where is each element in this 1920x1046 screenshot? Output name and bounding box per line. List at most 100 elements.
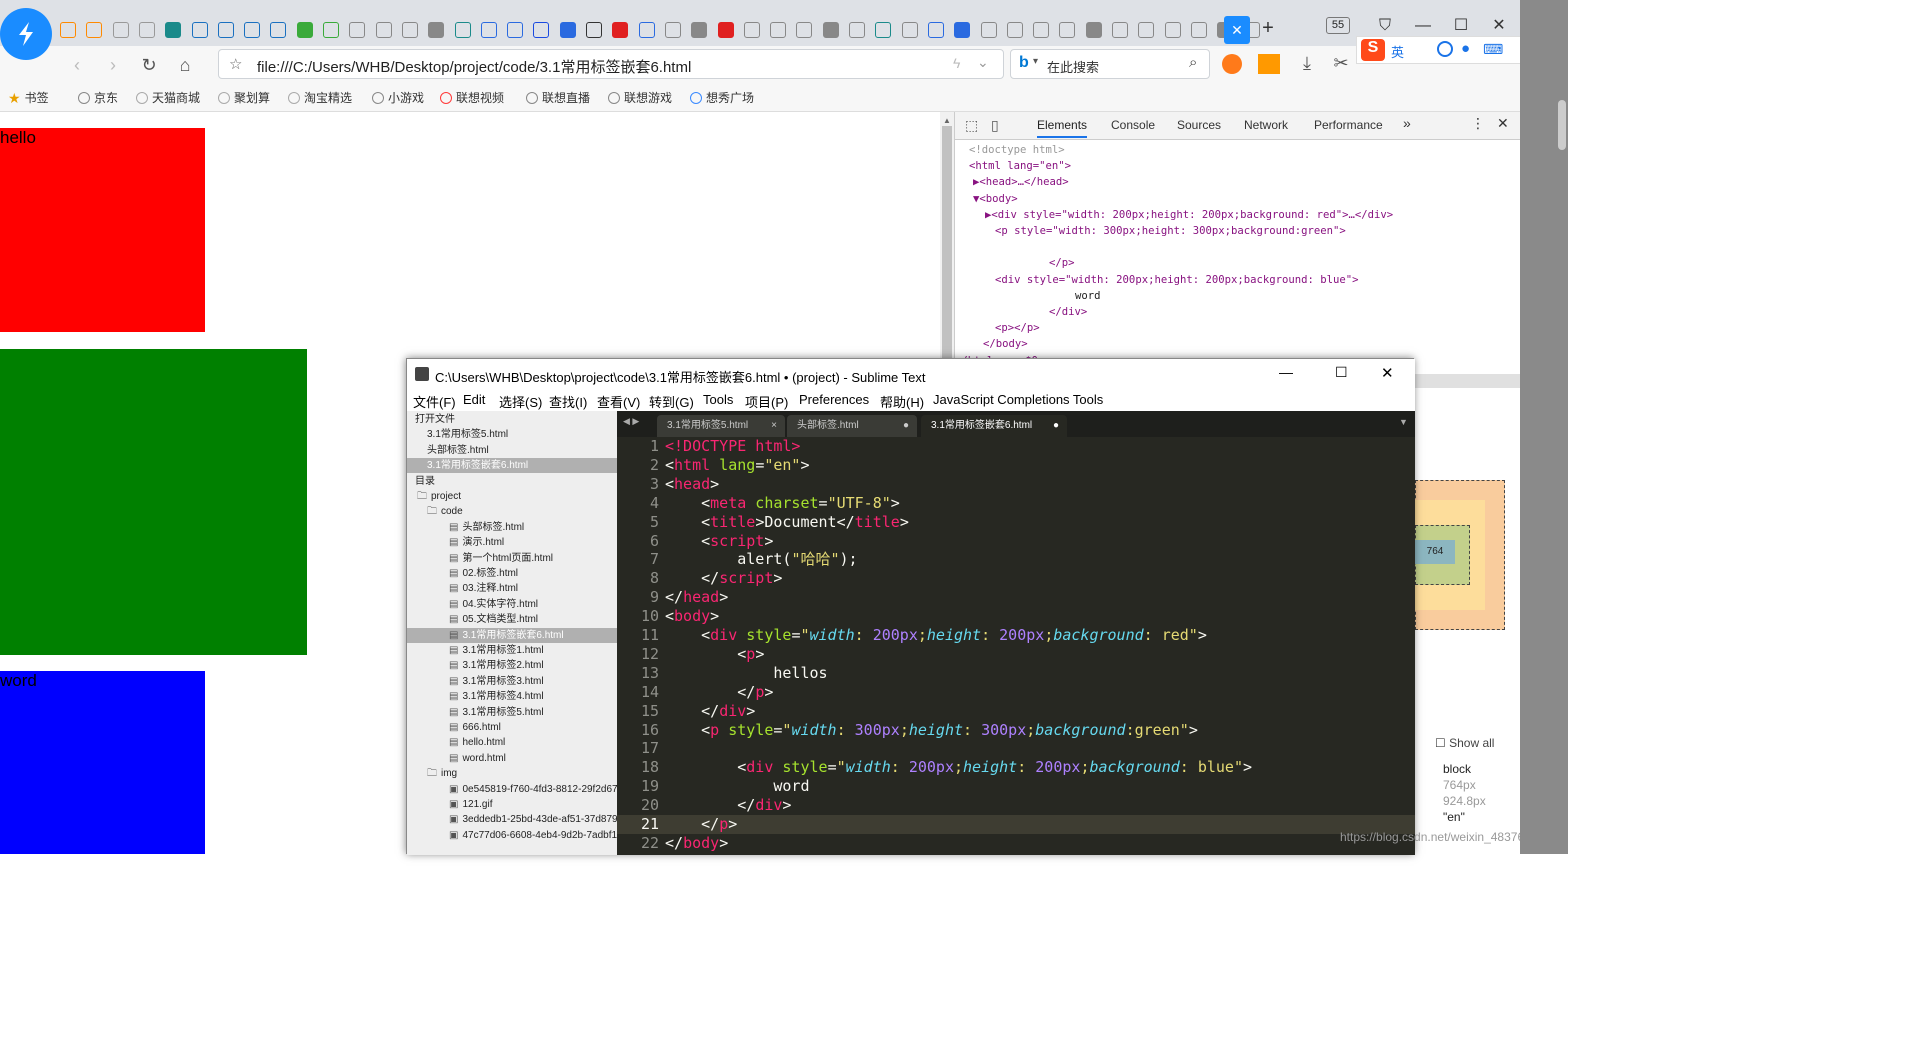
code-line[interactable]: <p>: [665, 645, 764, 664]
tab-console[interactable]: Console: [1111, 118, 1155, 132]
scissors-icon[interactable]: ✂: [1328, 50, 1354, 76]
pinned-tab-icon[interactable]: [638, 22, 655, 38]
editor-tab[interactable]: 3.1常用标签嵌套6.html ●: [921, 415, 1067, 437]
menu-item[interactable]: 帮助(H): [880, 392, 924, 411]
pinned-tab-icon[interactable]: [901, 22, 918, 38]
pinned-tab-icon[interactable]: [296, 22, 313, 38]
pinned-tab-icon[interactable]: [507, 22, 524, 38]
file-item[interactable]: ▤ 第一个html页面.html: [407, 551, 617, 566]
code-line[interactable]: <body>: [665, 607, 719, 626]
menu-item[interactable]: Tools: [703, 392, 733, 407]
chevron-down-icon[interactable]: ▾: [1033, 56, 1038, 67]
pinned-tab-icon[interactable]: [586, 22, 602, 38]
tab-sources[interactable]: Sources: [1177, 118, 1221, 132]
file-item[interactable]: ▤ 头部标签.html: [407, 520, 617, 535]
file-item[interactable]: ▤ word.html: [407, 751, 617, 766]
keyboard-icon[interactable]: ⌨: [1483, 41, 1503, 58]
bookmark-item[interactable]: 天猫商城: [136, 89, 200, 106]
emoji-icon[interactable]: [1437, 41, 1453, 57]
kebab-menu-icon[interactable]: ⋮: [1471, 115, 1485, 132]
tab-performance[interactable]: Performance: [1314, 118, 1383, 132]
pinned-tab-icon[interactable]: [349, 22, 366, 38]
show-all-checkbox[interactable]: ☐ Show all: [1435, 736, 1494, 750]
dom-node[interactable]: <!doctype html>: [969, 142, 1065, 158]
dom-node[interactable]: </body>: [983, 336, 1028, 352]
pinned-tab-icon[interactable]: [743, 22, 760, 38]
file-item[interactable]: ▤ 3.1常用标签3.html: [407, 674, 617, 689]
pinned-tab-icon[interactable]: [401, 22, 418, 38]
code-line[interactable]: <p style="width: 300px;height: 300px;bac…: [665, 721, 1198, 740]
pinned-tab-icon[interactable]: [1006, 22, 1023, 38]
code-line[interactable]: <head>: [665, 475, 719, 494]
dom-node[interactable]: ▶<div style="width: 200px;height: 200px;…: [985, 207, 1393, 223]
code-line[interactable]: <div style="width: 200px;height: 200px;b…: [665, 626, 1207, 645]
code-line[interactable]: alert("哈哈");: [665, 550, 857, 569]
close-devtools-icon[interactable]: ✕: [1497, 115, 1509, 132]
new-tab-button[interactable]: +: [1258, 18, 1278, 38]
pinned-tab-icon[interactable]: [822, 22, 839, 38]
tab-list-icon[interactable]: ▼: [1399, 417, 1408, 427]
file-item[interactable]: ▤ 3.1常用标签嵌套6.html: [407, 627, 617, 643]
code-line[interactable]: </script>: [665, 569, 782, 588]
inspect-icon[interactable]: ⬚: [965, 117, 978, 134]
code-line[interactable]: </div>: [665, 702, 755, 721]
file-item[interactable]: ▣ 121.gif: [407, 797, 617, 812]
address-bar[interactable]: ☆ file:///C:/Users/WHB/Desktop/project/c…: [218, 49, 1004, 79]
menu-item[interactable]: 文件(F): [413, 392, 456, 411]
file-item[interactable]: ▣ 0e545819-f760-4fd3-8812-29f2d6701: [407, 782, 629, 797]
menu-item[interactable]: Preferences: [799, 392, 869, 407]
pinned-tab-icon[interactable]: [1190, 22, 1207, 38]
open-file-item[interactable]: 3.1常用标签嵌套6.html: [407, 458, 617, 474]
pinned-tab-icon[interactable]: [691, 22, 708, 38]
active-tab-close-icon[interactable]: ✕: [1224, 16, 1250, 44]
pinned-tab-icon[interactable]: [533, 22, 550, 38]
extension-icon[interactable]: [1258, 54, 1280, 74]
pinned-tab-icon[interactable]: [1164, 22, 1181, 38]
pinned-tab-icon[interactable]: [1033, 22, 1050, 38]
code-line[interactable]: <!DOCTYPE html>: [665, 437, 800, 456]
menu-item[interactable]: JavaScript Completions Tools: [933, 392, 1103, 407]
bookmark-item[interactable]: 淘宝精选: [288, 89, 352, 106]
bookmark-item[interactable]: ★ 书签: [8, 89, 49, 106]
pinned-tab-icon[interactable]: [1059, 22, 1076, 38]
scroll-thumb[interactable]: [942, 126, 952, 366]
file-item[interactable]: ▤ 演示.html: [407, 535, 617, 550]
bookmark-item[interactable]: 小游戏: [372, 89, 424, 106]
ime-mode-icon[interactable]: 英: [1391, 42, 1404, 61]
lightning-icon[interactable]: ϟ: [953, 55, 960, 71]
tab-network[interactable]: Network: [1244, 118, 1288, 132]
pinned-tab-icon[interactable]: [191, 22, 208, 38]
menu-item[interactable]: 查找(I): [549, 392, 587, 411]
pinned-tab-icon[interactable]: [980, 22, 997, 38]
file-item[interactable]: ▤ 05.文档类型.html: [407, 612, 617, 627]
sogou-icon[interactable]: S: [1361, 39, 1385, 61]
maximize-button[interactable]: ☐: [1335, 364, 1348, 381]
file-item[interactable]: ▤ hello.html: [407, 735, 617, 750]
pinned-tab-icon[interactable]: [375, 22, 392, 38]
file-item[interactable]: ▤ 666.html: [407, 720, 617, 735]
pinned-tab-icon[interactable]: [60, 22, 76, 38]
dom-node[interactable]: <p></p>: [995, 320, 1040, 336]
file-item[interactable]: ▤ 3.1常用标签1.html: [407, 643, 617, 658]
device-icon[interactable]: ▯: [991, 117, 999, 134]
pinned-tab-icon[interactable]: [244, 22, 261, 38]
back-icon[interactable]: ‹: [64, 52, 90, 78]
dom-node[interactable]: <p style="width: 300px;height: 300px;bac…: [995, 223, 1346, 239]
code-line[interactable]: hellos: [665, 664, 827, 683]
editor-tab[interactable]: 头部标签.html ●: [787, 415, 917, 437]
browser-logo[interactable]: [0, 8, 52, 60]
code-line[interactable]: </body>: [665, 834, 728, 853]
code-line[interactable]: <title>Document</title>: [665, 513, 909, 532]
file-item[interactable]: ▤ 04.实体字符.html: [407, 597, 617, 612]
pinned-tab-icon[interactable]: [1138, 22, 1155, 38]
code-line[interactable]: </head>: [665, 588, 728, 607]
dom-node[interactable]: </div>: [1049, 304, 1087, 320]
pinned-tab-icon[interactable]: [875, 22, 892, 38]
bookmark-item[interactable]: 联想直播: [526, 89, 590, 106]
pinned-tab-icon[interactable]: [1112, 22, 1128, 38]
dom-node[interactable]: </p>: [1049, 255, 1075, 271]
close-icon[interactable]: ×: [771, 415, 777, 437]
code-line[interactable]: <script>: [665, 532, 773, 551]
pinned-tab-icon[interactable]: [323, 22, 339, 38]
dom-node[interactable]: word: [1075, 288, 1101, 304]
